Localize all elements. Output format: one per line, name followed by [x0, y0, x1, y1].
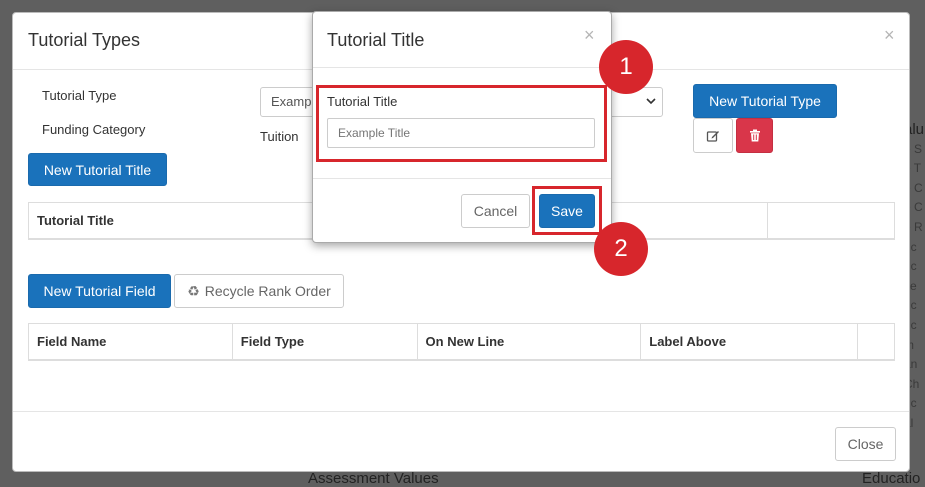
table-header-row: Field Name Field Type On New Line Label … [28, 323, 895, 361]
edit-icon [706, 129, 720, 143]
modal-close-icon[interactable]: × [884, 25, 895, 46]
dialog-footer-divider [313, 178, 611, 179]
column-header [857, 323, 895, 361]
column-header [767, 202, 895, 240]
new-tutorial-type-button[interactable]: New Tutorial Type [693, 84, 837, 118]
highlight-box-save-button [532, 186, 602, 235]
modal-footer-divider [13, 411, 909, 412]
tutorial-fields-table: Field Name Field Type On New Line Label … [28, 323, 895, 361]
new-tutorial-field-button[interactable]: New Tutorial Field [28, 274, 171, 308]
tutorial-type-label: Tutorial Type [42, 88, 117, 103]
column-header-on-new-line: On New Line [416, 323, 642, 361]
column-header-field-name: Field Name [28, 323, 233, 361]
recycle-rank-order-button[interactable]: ♻ Recycle Rank Order [174, 274, 344, 308]
new-tutorial-title-button[interactable]: New Tutorial Title [28, 153, 167, 186]
background-education: Educatio [862, 470, 921, 487]
modal-title: Tutorial Types [28, 30, 141, 50]
step-1-badge: 1 [599, 40, 653, 94]
cancel-button[interactable]: Cancel [461, 194, 530, 228]
funding-category-value: Tuition [260, 129, 299, 144]
funding-category-label: Funding Category [42, 122, 146, 137]
trash-icon [749, 129, 761, 142]
column-header-label-above: Label Above [640, 323, 859, 361]
dialog-close-icon[interactable]: × [584, 25, 595, 46]
dialog-header: Tutorial Title × [313, 12, 611, 68]
highlight-box-title-field [316, 85, 607, 162]
recycle-rank-order-label: Recycle Rank Order [204, 283, 331, 299]
tutorial-type-value: Examp [271, 94, 312, 109]
edit-tutorial-type-button[interactable] [693, 118, 733, 153]
close-button[interactable]: Close [835, 427, 896, 461]
dialog-title: Tutorial Title [327, 30, 425, 50]
delete-tutorial-type-button[interactable] [736, 118, 773, 153]
step-2-badge: 2 [594, 222, 648, 276]
chevron-down-icon [646, 96, 656, 106]
column-header-field-type: Field Type [231, 323, 418, 361]
recycle-icon: ♻ [187, 282, 200, 299]
background-assessment-values: Assessment Values [308, 470, 439, 487]
